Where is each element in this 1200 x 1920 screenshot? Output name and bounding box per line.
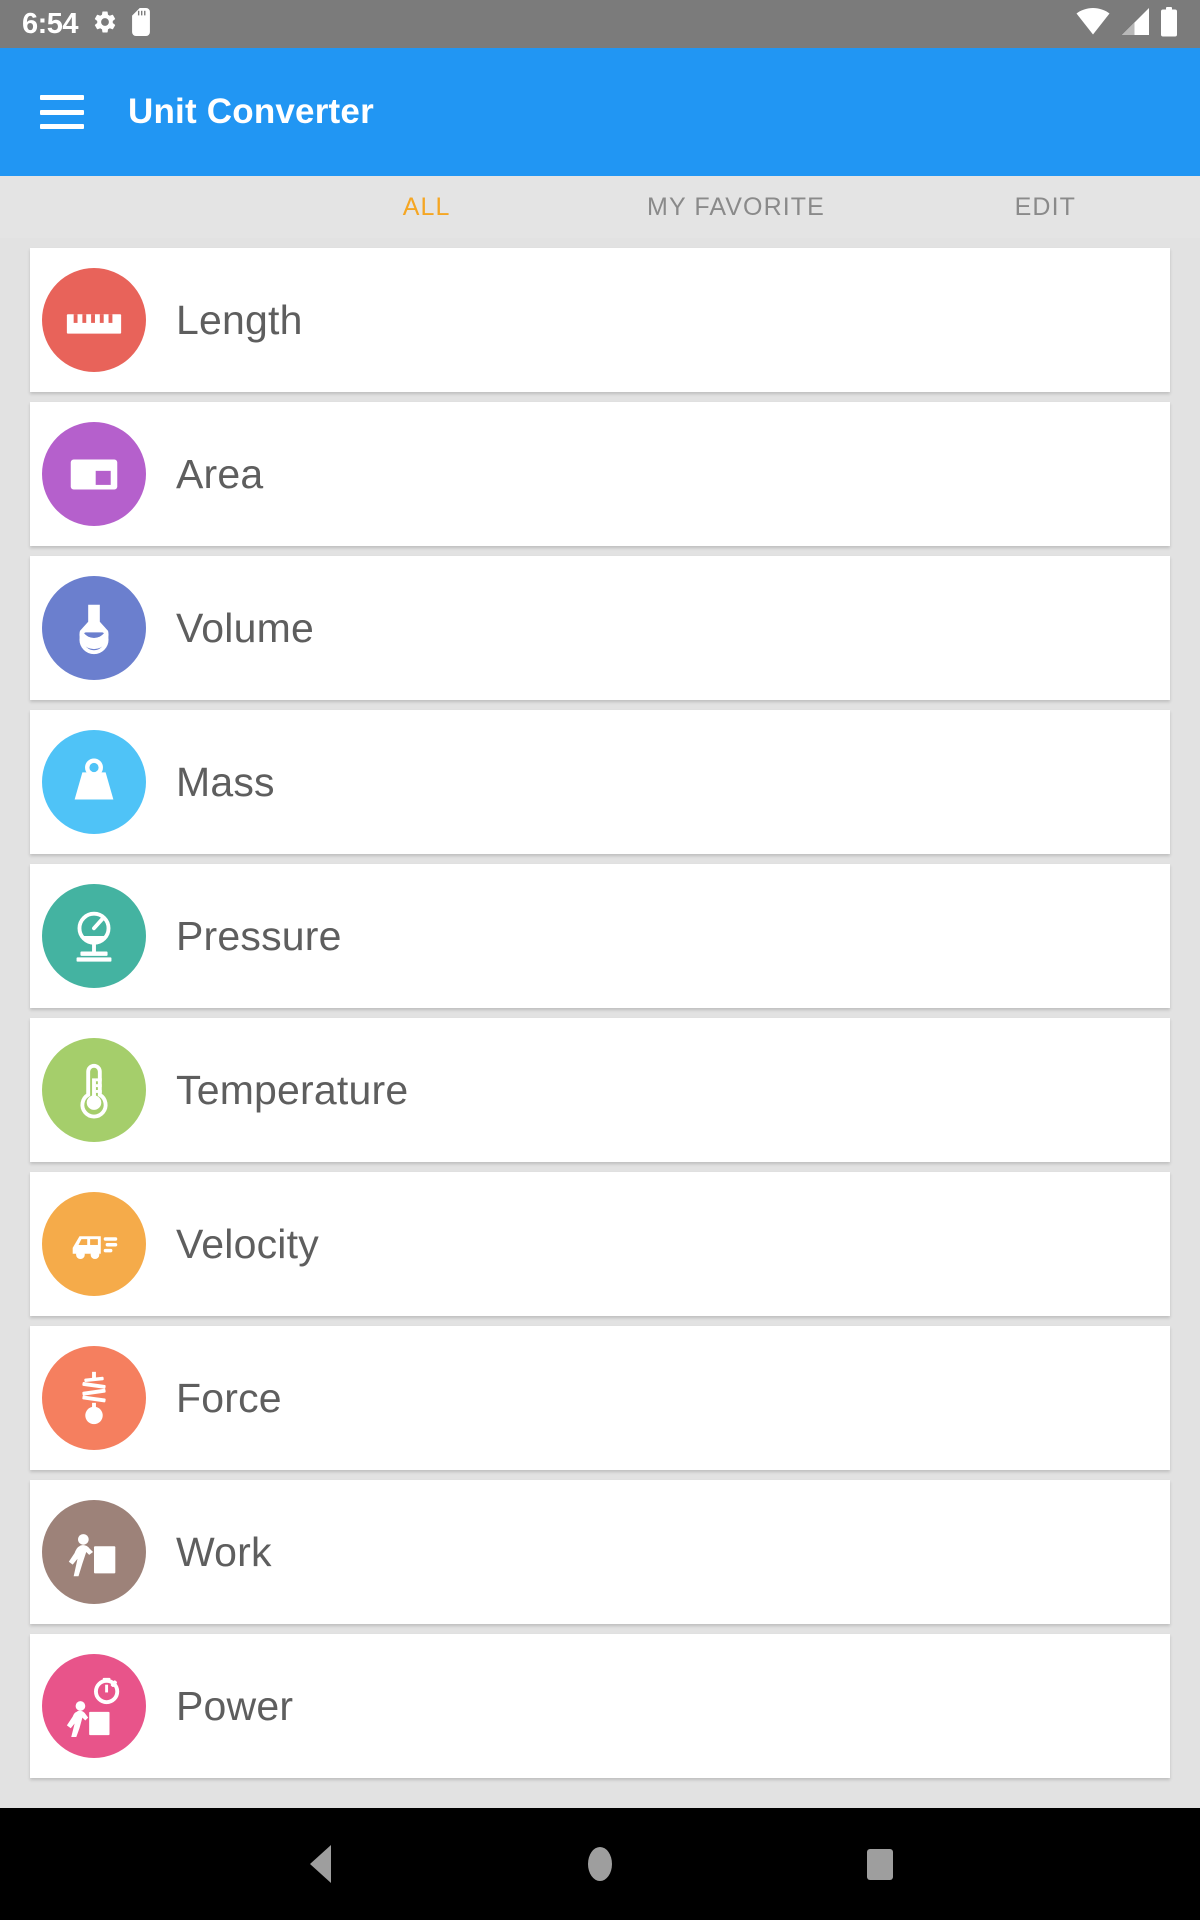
- status-bar-right: [1076, 6, 1178, 42]
- nav-home-button[interactable]: [565, 1829, 635, 1899]
- gear-icon: [92, 9, 118, 40]
- phone-screen: 6:54 Unit Converter ALL MY FAVORITE EDIT…: [0, 0, 1200, 1920]
- list-item-label: Temperature: [176, 1066, 409, 1113]
- nav-back-button[interactable]: [285, 1829, 355, 1899]
- list-item-velocity[interactable]: Velocity: [30, 1172, 1170, 1316]
- wifi-icon: [1076, 8, 1110, 40]
- ruler-icon: [42, 268, 146, 372]
- list-item-area[interactable]: Area: [30, 402, 1170, 546]
- list-item-label: Area: [176, 450, 264, 497]
- thermometer-icon: [42, 1038, 146, 1142]
- hamburger-line: [40, 95, 84, 100]
- home-circle-icon: [588, 1847, 612, 1881]
- spring-scale-icon: [42, 1346, 146, 1450]
- list-item-label: Length: [176, 296, 303, 343]
- tab-all[interactable]: ALL: [272, 176, 581, 238]
- list-item-volume[interactable]: Volume: [30, 556, 1170, 700]
- list-item-label: Volume: [176, 604, 314, 651]
- category-list: Length Area Volume Mass Pressure Tempera…: [0, 238, 1200, 1808]
- tab-edit[interactable]: EDIT: [891, 176, 1200, 238]
- hamburger-line: [40, 124, 84, 129]
- gauge-icon: [42, 884, 146, 988]
- van-speed-icon: [42, 1192, 146, 1296]
- list-item-force[interactable]: Force: [30, 1326, 1170, 1470]
- flask-icon: [42, 576, 146, 680]
- list-item-label: Work: [176, 1528, 272, 1575]
- recents-square-icon: [867, 1848, 893, 1880]
- list-item-label: Force: [176, 1374, 282, 1421]
- list-item-length[interactable]: Length: [30, 248, 1170, 392]
- weight-icon: [42, 730, 146, 834]
- status-bar: 6:54: [0, 0, 1200, 48]
- list-item-power[interactable]: Power: [30, 1634, 1170, 1778]
- list-item-label: Pressure: [176, 912, 342, 959]
- list-item-temperature[interactable]: Temperature: [30, 1018, 1170, 1162]
- tab-bar: ALL MY FAVORITE EDIT: [0, 176, 1200, 238]
- list-item-label: Mass: [176, 758, 275, 805]
- battery-icon: [1160, 6, 1178, 42]
- list-item-pressure[interactable]: Pressure: [30, 864, 1170, 1008]
- list-item-mass[interactable]: Mass: [30, 710, 1170, 854]
- list-item-work[interactable]: Work: [30, 1480, 1170, 1624]
- app-bar: Unit Converter: [0, 48, 1200, 176]
- area-rect-icon: [42, 422, 146, 526]
- status-bar-clock: 6:54: [22, 7, 79, 40]
- tab-my-favorite[interactable]: MY FAVORITE: [581, 176, 890, 238]
- sd-card-icon: [132, 7, 150, 41]
- list-item-label: Power: [176, 1682, 294, 1729]
- list-item-label: Velocity: [176, 1220, 319, 1267]
- hamburger-menu-icon[interactable]: [40, 95, 84, 129]
- person-push-box-icon: [42, 1500, 146, 1604]
- status-bar-left: 6:54: [22, 7, 150, 41]
- back-triangle-icon: [309, 1845, 331, 1883]
- page-title: Unit Converter: [128, 92, 374, 131]
- android-nav-bar: [0, 1808, 1200, 1920]
- hamburger-line: [40, 109, 84, 115]
- cellular-signal-icon: [1120, 8, 1150, 40]
- person-push-box-timer-icon: [42, 1654, 146, 1758]
- nav-recents-button[interactable]: [845, 1829, 915, 1899]
